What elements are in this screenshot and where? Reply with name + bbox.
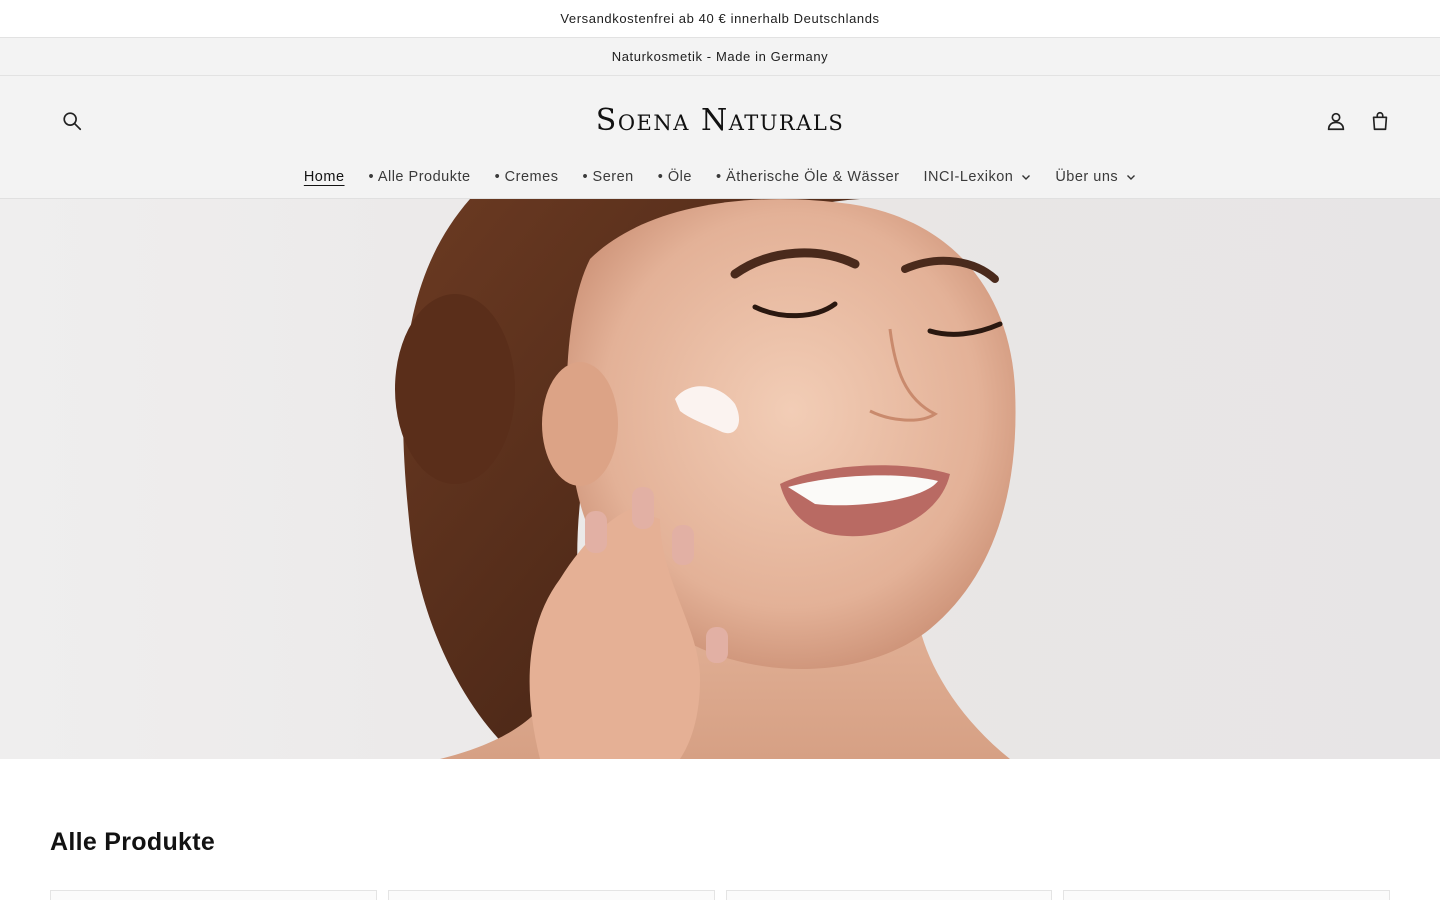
nav-item-label: • Ätherische Öle & Wässer: [715, 169, 900, 185]
nav-item-cremes[interactable]: • Cremes: [483, 169, 571, 185]
product-card[interactable]: [50, 890, 377, 900]
announcement-origin-text: Naturkosmetik - Made in Germany: [611, 49, 829, 64]
nav-item-alle-produkte[interactable]: • Alle Produkte: [357, 169, 483, 185]
chevron-down-icon: [1022, 175, 1031, 180]
chevron-down-icon: [1127, 175, 1136, 180]
search-icon: [63, 112, 82, 131]
nav-item-label: INCI-Lexikon: [923, 169, 1014, 185]
product-card[interactable]: [725, 890, 1053, 900]
announcement-bar-shipping: Versandkostenfrei ab 40 € innerhalb Deut…: [0, 0, 1440, 38]
cart-icon: [1372, 111, 1388, 131]
nav-item-ueber-uns[interactable]: Über uns: [1043, 169, 1148, 185]
nav-item-label: • Seren: [582, 169, 634, 185]
announcement-bar-origin: Naturkosmetik - Made in Germany: [0, 38, 1440, 76]
nav-item-inci-lexikon[interactable]: INCI-Lexikon: [912, 169, 1044, 185]
hero-banner: [0, 199, 1440, 759]
product-card[interactable]: [387, 890, 715, 900]
nav-item-aetherische-oele[interactable]: • Ätherische Öle & Wässer: [704, 169, 912, 185]
account-icon: [1327, 112, 1345, 131]
nav-item-label: • Cremes: [494, 169, 559, 185]
cart-button[interactable]: [1360, 101, 1400, 141]
nav-item-label: • Alle Produkte: [368, 169, 471, 185]
nav-item-label: Home: [303, 169, 345, 185]
site-header: Soena Naturals Home • Alle Produkte • Cr…: [0, 76, 1440, 199]
nav-item-seren[interactable]: • Seren: [570, 169, 645, 185]
search-button[interactable]: [52, 101, 92, 141]
hero-image: [395, 199, 1016, 759]
nav-item-home[interactable]: Home: [292, 169, 357, 185]
nav-item-label: • Öle: [657, 169, 692, 185]
nav-item-label: Über uns: [1055, 169, 1119, 185]
nav-item-oele[interactable]: • Öle: [646, 169, 704, 185]
announcement-shipping-text: Versandkostenfrei ab 40 € innerhalb Deut…: [560, 11, 880, 26]
main-navigation: Home • Alle Produkte • Cremes • Seren • …: [0, 164, 1440, 190]
product-grid: [50, 890, 1390, 900]
site-logo[interactable]: Soena Naturals: [520, 100, 920, 142]
section-title-alle-produkte: Alle Produkte: [50, 828, 216, 856]
product-card[interactable]: [1063, 890, 1390, 900]
account-button[interactable]: [1316, 101, 1356, 141]
